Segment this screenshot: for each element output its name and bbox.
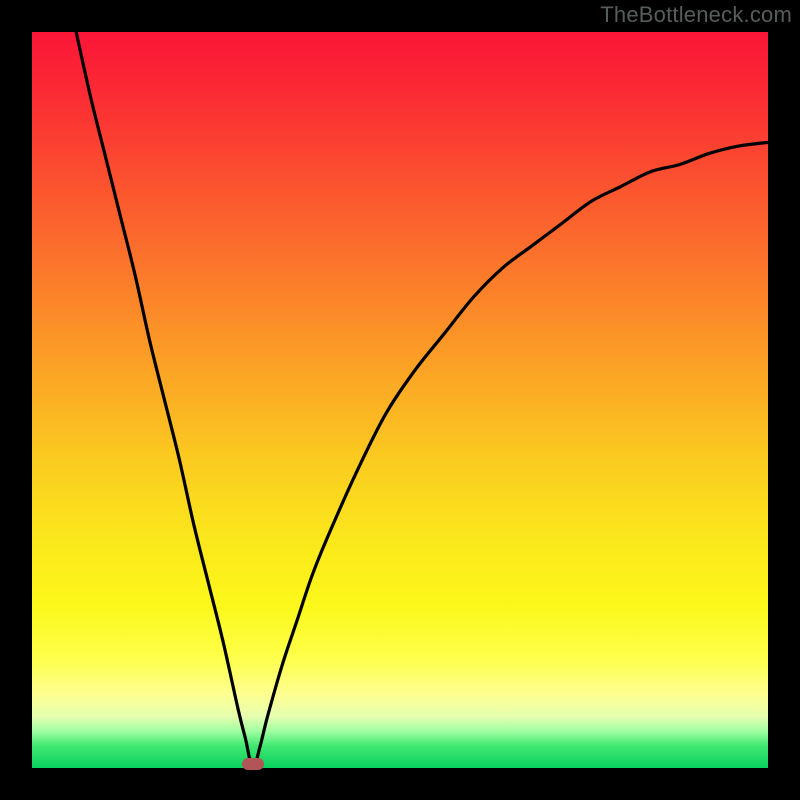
bottleneck-curve — [32, 32, 768, 768]
minimum-marker — [242, 758, 264, 770]
watermark-text: TheBottleneck.com — [600, 2, 792, 28]
chart-frame: TheBottleneck.com — [0, 0, 800, 800]
plot-area — [32, 32, 768, 768]
